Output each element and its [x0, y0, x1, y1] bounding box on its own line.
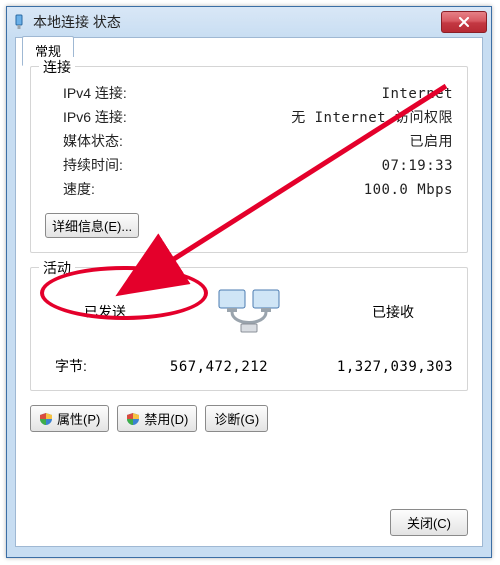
ipv4-label: IPv4 连接: [63, 83, 127, 103]
titlebar: 本地连接 状态 [7, 7, 491, 37]
network-adapter-icon [11, 14, 27, 30]
row-ipv6: IPv6 连接: 无 Internet 访问权限 [45, 107, 453, 127]
duration-label: 持续时间: [63, 155, 123, 175]
row-speed: 速度: 100.0 Mbps [45, 179, 453, 199]
ipv4-value: Internet [382, 86, 453, 102]
window-close-button[interactable] [441, 11, 487, 33]
screenshot-frame: 本地连接 状态 常规 连接 IPv4 连接: Internet IPv6 连接:… [0, 0, 500, 565]
media-label: 媒体状态: [63, 131, 123, 151]
close-button[interactable]: 关闭(C) [390, 509, 468, 536]
properties-button-label: 属性(P) [57, 409, 100, 428]
activity-group: 活动 已发送 已接收 [30, 267, 468, 391]
tab-body: 连接 IPv4 连接: Internet IPv6 连接: 无 Internet… [16, 38, 482, 546]
bytes-recv-value: 1,327,039,303 [313, 359, 453, 375]
media-value: 已启用 [410, 131, 454, 151]
row-duration: 持续时间: 07:19:33 [45, 155, 453, 175]
network-activity-icon [213, 286, 285, 338]
client-area: 常规 连接 IPv4 连接: Internet IPv6 连接: 无 Inter… [15, 37, 483, 547]
duration-value: 07:19:33 [382, 158, 453, 174]
row-media: 媒体状态: 已启用 [45, 131, 453, 151]
diagnose-button-label: 诊断(G) [214, 409, 259, 428]
status-window: 本地连接 状态 常规 连接 IPv4 连接: Internet IPv6 连接:… [6, 6, 492, 558]
window-title: 本地连接 状态 [33, 12, 441, 32]
disable-button-label: 禁用(D) [144, 409, 188, 428]
ipv6-label: IPv6 连接: [63, 107, 127, 127]
ipv6-value: 无 Internet 访问权限 [291, 107, 453, 127]
recv-label: 已接收 [333, 302, 453, 322]
properties-button[interactable]: 属性(P) [30, 405, 109, 432]
close-icon [458, 17, 470, 27]
details-button[interactable]: 详细信息(E)... [45, 213, 139, 238]
row-ipv4: IPv4 连接: Internet [45, 83, 453, 103]
speed-value: 100.0 Mbps [364, 182, 453, 198]
bytes-label: 字节: [45, 356, 125, 376]
bytes-sent-value: 567,472,212 [149, 359, 289, 375]
sent-label: 已发送 [45, 302, 165, 322]
action-buttons: 属性(P) 禁用(D) 诊断(G) [30, 405, 468, 432]
diagnose-button[interactable]: 诊断(G) [205, 405, 268, 432]
uac-shield-icon [126, 412, 140, 426]
connection-group: 连接 IPv4 连接: Internet IPv6 连接: 无 Internet… [30, 66, 468, 253]
activity-group-title: 活动 [39, 258, 75, 278]
disable-button[interactable]: 禁用(D) [117, 405, 197, 432]
connection-group-title: 连接 [39, 57, 75, 77]
speed-label: 速度: [63, 179, 95, 199]
uac-shield-icon [39, 412, 53, 426]
